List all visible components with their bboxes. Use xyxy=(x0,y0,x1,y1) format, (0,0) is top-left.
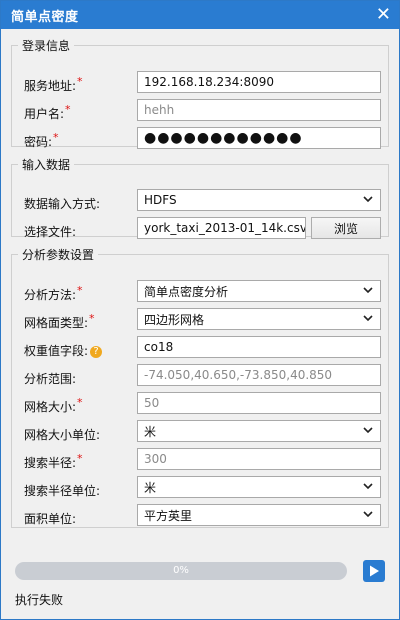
analysis-method-value: 简单点密度分析 xyxy=(144,284,229,299)
chevron-down-icon xyxy=(363,427,373,434)
dialog-content: 登录信息 服务地址:* 192.168.18.234:8090 用户名:* he… xyxy=(11,37,389,528)
title-bar: 简单点密度 ✕ xyxy=(1,1,399,29)
required-mark: * xyxy=(77,452,83,465)
analysis-range-input[interactable]: -74.050,40.650,-73.850,40.850 xyxy=(137,364,381,386)
required-mark: * xyxy=(77,396,83,409)
area-unit-value: 平方英里 xyxy=(144,508,193,523)
radius-unit-label: 搜索半径单位: xyxy=(24,484,101,498)
radius-unit-value: 米 xyxy=(144,480,157,495)
service-row: 服务地址:* 192.168.18.234:8090 xyxy=(12,69,388,97)
mesh-type-row: 网格面类型:* 四边形网格 xyxy=(12,306,388,334)
mesh-type-label: 网格面类型: xyxy=(24,316,89,330)
progress-text: 0% xyxy=(173,565,189,576)
area-unit-select[interactable]: 平方英里 xyxy=(137,504,381,526)
login-legend: 登录信息 xyxy=(22,39,71,53)
required-mark: * xyxy=(65,103,71,116)
grid-unit-value: 米 xyxy=(144,424,157,439)
grid-unit-select[interactable]: 米 xyxy=(137,420,381,442)
analysis-range-label: 分析范围: xyxy=(24,372,77,386)
input-method-row: 数据输入方式: HDFS xyxy=(12,187,388,215)
area-unit-row: 面积单位: 平方英里 xyxy=(12,502,388,530)
analysis-group: 分析参数设置 分析方法:* 简单点密度分析 网格面类型:* 四边形网格 权重值字… xyxy=(11,246,389,528)
analysis-method-row: 分析方法:* 简单点密度分析 xyxy=(12,278,388,306)
service-address-input[interactable]: 192.168.18.234:8090 xyxy=(137,71,381,93)
chevron-down-icon xyxy=(363,196,373,203)
service-label: 服务地址: xyxy=(24,79,77,93)
search-radius-input[interactable]: 300 xyxy=(137,448,381,470)
analysis-method-select[interactable]: 简单点密度分析 xyxy=(137,280,381,302)
search-radius-row: 搜索半径:* 300 xyxy=(12,446,388,474)
username-label: 用户名: xyxy=(24,107,65,121)
mesh-type-value: 四边形网格 xyxy=(144,312,205,327)
chevron-down-icon xyxy=(363,483,373,490)
password-row: 密码:* ●●●●●●●●●●●● xyxy=(12,125,388,153)
file-label: 选择文件: xyxy=(24,225,77,239)
search-radius-label: 搜索半径: xyxy=(24,456,77,470)
required-mark: * xyxy=(53,131,59,144)
mesh-type-select[interactable]: 四边形网格 xyxy=(137,308,381,330)
weight-field-input[interactable]: co18 xyxy=(137,336,381,358)
dialog-window: 简单点密度 ✕ 登录信息 服务地址:* 192.168.18.234:8090 … xyxy=(0,0,400,620)
chevron-down-icon xyxy=(363,287,373,294)
radius-unit-select[interactable]: 米 xyxy=(137,476,381,498)
grid-unit-label: 网格大小单位: xyxy=(24,428,101,442)
grid-size-label: 网格大小: xyxy=(24,400,77,414)
weight-field-row: 权重值字段:? co18 xyxy=(12,334,388,362)
status-text: 执行失败 xyxy=(15,593,64,607)
close-icon[interactable]: ✕ xyxy=(376,6,391,24)
browse-button[interactable]: 浏览 xyxy=(311,217,381,239)
required-mark: * xyxy=(77,75,83,88)
grid-size-row: 网格大小:* 50 xyxy=(12,390,388,418)
required-mark: * xyxy=(89,312,95,325)
weight-field-label: 权重值字段: xyxy=(24,344,89,358)
analysis-method-label: 分析方法: xyxy=(24,288,77,302)
analysis-range-row: 分析范围: -74.050,40.650,-73.850,40.850 xyxy=(12,362,388,390)
file-path-input[interactable]: york_taxi_2013-01_14k.csv xyxy=(137,217,306,239)
input-method-label: 数据输入方式: xyxy=(24,197,101,211)
grid-unit-row: 网格大小单位: 米 xyxy=(12,418,388,446)
input-data-legend: 输入数据 xyxy=(22,158,71,172)
progress-bar: 0% xyxy=(15,562,347,580)
file-row: 选择文件: york_taxi_2013-01_14k.csv 浏览 xyxy=(12,215,388,243)
password-input[interactable]: ●●●●●●●●●●●● xyxy=(137,127,381,149)
run-button[interactable] xyxy=(363,560,385,582)
grid-size-input[interactable]: 50 xyxy=(137,392,381,414)
username-row: 用户名:* hehh xyxy=(12,97,388,125)
required-mark: * xyxy=(77,284,83,297)
username-input[interactable]: hehh xyxy=(137,99,381,121)
play-icon xyxy=(370,565,379,577)
login-group: 登录信息 服务地址:* 192.168.18.234:8090 用户名:* he… xyxy=(11,37,389,149)
password-label: 密码: xyxy=(24,135,53,149)
chevron-down-icon xyxy=(363,315,373,322)
chevron-down-icon xyxy=(363,511,373,518)
help-icon[interactable]: ? xyxy=(90,345,103,358)
dialog-title: 简单点密度 xyxy=(11,9,79,25)
input-data-group: 输入数据 数据输入方式: HDFS 选择文件: york_taxi_2013-0… xyxy=(11,156,389,239)
input-method-value: HDFS xyxy=(144,193,177,207)
radius-unit-row: 搜索半径单位: 米 xyxy=(12,474,388,502)
area-unit-label: 面积单位: xyxy=(24,512,77,526)
analysis-legend: 分析参数设置 xyxy=(22,248,95,262)
input-method-select[interactable]: HDFS xyxy=(137,189,381,211)
